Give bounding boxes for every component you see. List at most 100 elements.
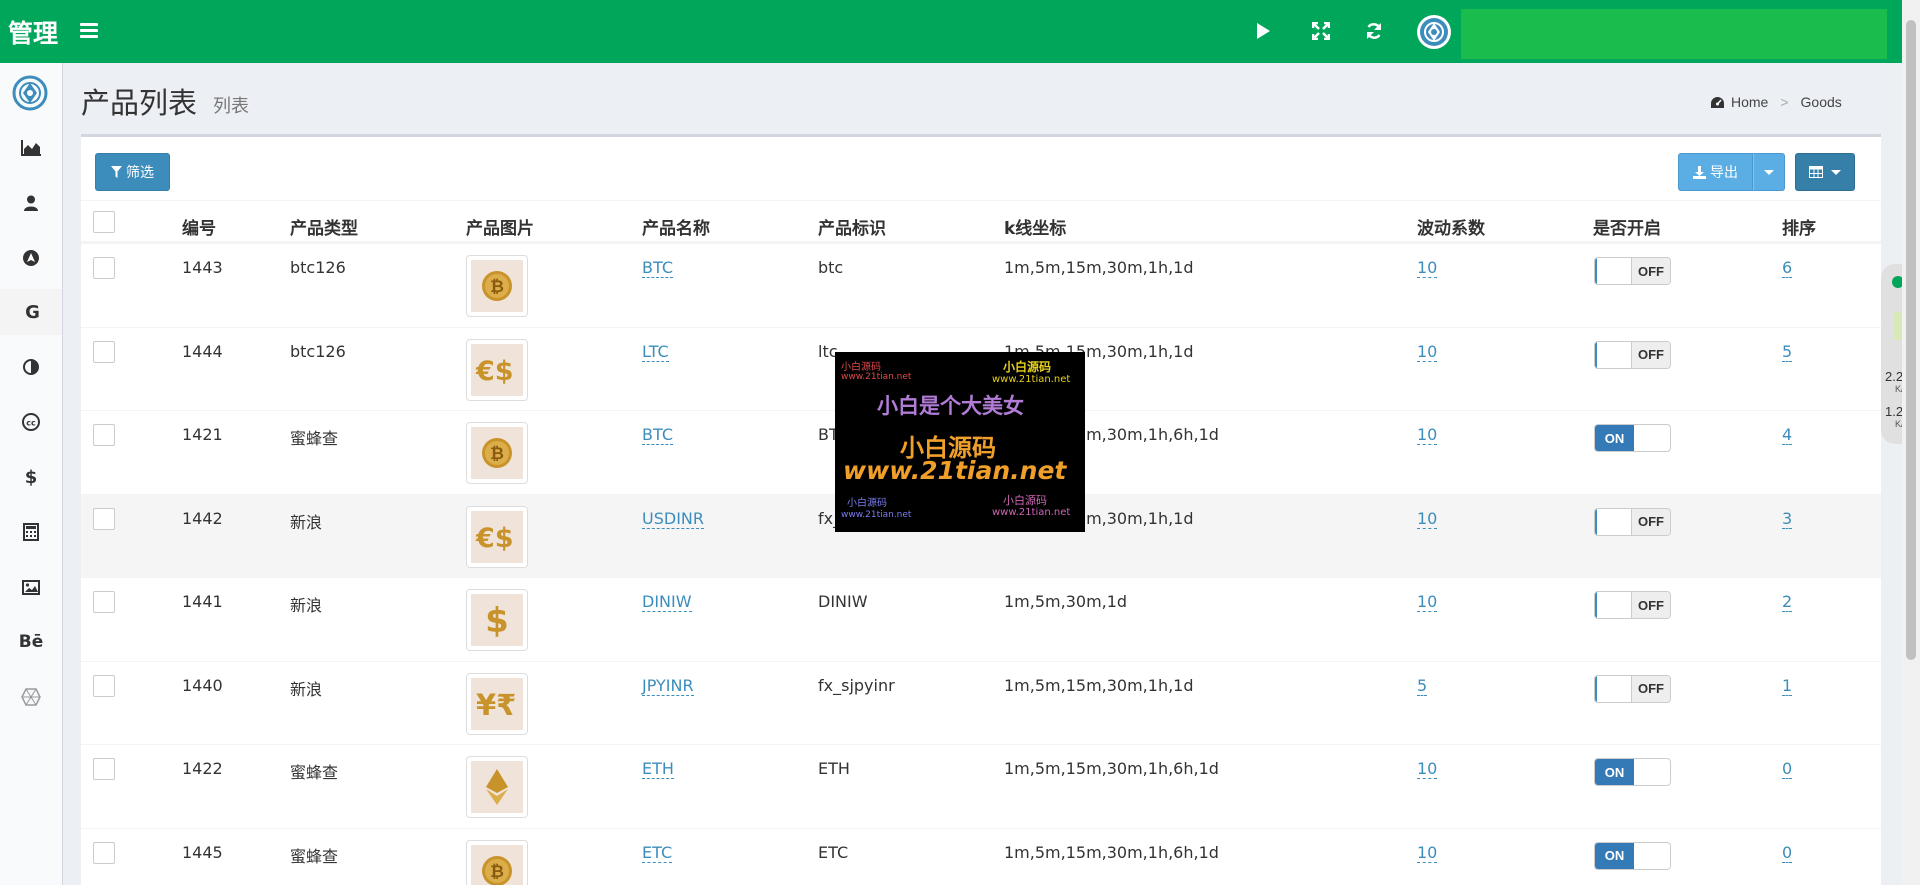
- row-checkbox[interactable]: [93, 591, 115, 613]
- export-dropdown-toggle[interactable]: [1753, 153, 1785, 191]
- behance-icon[interactable]: Bē: [0, 619, 62, 665]
- product-image[interactable]: €$: [466, 505, 528, 568]
- volatility-editable[interactable]: 10: [1417, 425, 1438, 445]
- column-header[interactable]: 产品图片: [466, 214, 534, 239]
- sort-editable[interactable]: 1: [1782, 675, 1793, 696]
- brand-logo[interactable]: 管理: [8, 14, 58, 50]
- row-checkbox[interactable]: [93, 340, 115, 363]
- cell-type: btc126: [290, 258, 346, 277]
- enabled-switch[interactable]: OFF: [1594, 340, 1671, 369]
- column-header[interactable]: 编号: [182, 214, 216, 239]
- volatility-editable[interactable]: 10: [1417, 508, 1438, 529]
- product-name-link[interactable]: BTC: [642, 258, 673, 278]
- sort-editable[interactable]: 2: [1782, 592, 1793, 612]
- volatility-editable[interactable]: 10: [1417, 842, 1438, 863]
- product-image[interactable]: [466, 756, 528, 818]
- volatility-editable[interactable]: 10: [1417, 592, 1438, 612]
- user-menu[interactable]: [1461, 9, 1887, 59]
- columns-selector-button[interactable]: [1795, 153, 1855, 191]
- play-icon[interactable]: [1249, 17, 1277, 45]
- euro-dollar-icon: €$: [471, 510, 523, 563]
- upload-speed: 2.2: [1885, 369, 1904, 384]
- sort-editable[interactable]: 3: [1782, 508, 1793, 529]
- google-icon[interactable]: G: [0, 289, 62, 335]
- sort-editable[interactable]: 6: [1782, 258, 1793, 278]
- dollar-icon[interactable]: $: [0, 454, 62, 500]
- product-image[interactable]: ¥₹: [466, 672, 528, 735]
- user-icon[interactable]: [0, 180, 62, 226]
- fullscreen-icon[interactable]: [1307, 17, 1335, 45]
- volatility-editable[interactable]: 10: [1417, 258, 1438, 278]
- cell-id: 1445: [182, 842, 223, 862]
- scrollbar-thumb[interactable]: [1906, 20, 1916, 660]
- breadcrumb-home[interactable]: Home: [1731, 94, 1768, 110]
- row-checkbox[interactable]: [93, 758, 115, 780]
- product-image[interactable]: ₿: [466, 422, 528, 484]
- table-row[interactable]: 1445 蜜蜂查 ₿ ETC ETC 1m,5m,15m,30m,1h,6h,1d 10 ON…: [81, 827, 1881, 885]
- enabled-switch[interactable]: ON: [1594, 424, 1671, 452]
- row-checkbox[interactable]: [93, 257, 115, 279]
- column-header[interactable]: 产品标识: [818, 214, 886, 239]
- sort-editable[interactable]: 0: [1782, 842, 1793, 863]
- hexagon-icon[interactable]: [0, 674, 62, 720]
- product-name-link[interactable]: JPYINR: [642, 675, 694, 696]
- product-name-link[interactable]: DINIW: [642, 592, 692, 612]
- column-header[interactable]: 产品名称: [642, 214, 710, 239]
- row-checkbox[interactable]: [93, 841, 115, 864]
- refresh-icon[interactable]: [1360, 17, 1388, 45]
- cell-type: 新浪: [290, 596, 323, 615]
- menu-icon[interactable]: [78, 20, 100, 42]
- column-header[interactable]: k线坐标: [1004, 214, 1066, 239]
- sort-editable[interactable]: 4: [1782, 425, 1793, 445]
- calculator-icon[interactable]: [0, 509, 62, 555]
- product-image[interactable]: ₿: [466, 255, 528, 317]
- cell-type: 蜜蜂查: [290, 846, 339, 866]
- enabled-switch[interactable]: OFF: [1594, 257, 1671, 285]
- volatility-editable[interactable]: 10: [1417, 341, 1438, 362]
- table-row[interactable]: 1441 新浪 $ DINIW DINIW 1m,5m,30m,1d 10 OFF 2: [81, 577, 1881, 661]
- column-header[interactable]: 排序: [1782, 214, 1816, 239]
- enabled-switch[interactable]: OFF: [1594, 591, 1671, 619]
- product-name-link[interactable]: LTC: [642, 341, 669, 362]
- table-row[interactable]: 1443 btc126 ₿ BTC btc 1m,5m,15m,30m,1h,1d 10 OF…: [81, 243, 1881, 327]
- product-image[interactable]: $: [466, 589, 528, 651]
- product-name-link[interactable]: USDINR: [642, 508, 704, 529]
- select-all-checkbox[interactable]: [93, 211, 115, 233]
- product-name-link[interactable]: ETH: [642, 759, 674, 779]
- table-icon: [1809, 166, 1823, 178]
- row-checkbox[interactable]: [93, 674, 115, 697]
- volatility-editable[interactable]: 5: [1417, 675, 1428, 696]
- sort-editable[interactable]: 0: [1782, 759, 1793, 779]
- contrast-icon[interactable]: [0, 344, 62, 390]
- product-image[interactable]: €$: [466, 338, 528, 401]
- sort-editable[interactable]: 5: [1782, 341, 1793, 362]
- sidebar: G cc $ Bē: [0, 63, 63, 885]
- breadcrumb-goods[interactable]: Goods: [1801, 94, 1842, 110]
- area-chart-icon[interactable]: [0, 125, 62, 171]
- watermark-small-text: 小白源码: [1003, 494, 1047, 507]
- export-button[interactable]: 导出: [1678, 153, 1753, 191]
- row-checkbox[interactable]: [93, 507, 115, 530]
- app-logo-icon[interactable]: [12, 75, 48, 111]
- image-icon[interactable]: [0, 564, 62, 610]
- product-name-link[interactable]: ETC: [642, 842, 673, 863]
- page-scrollbar[interactable]: [1902, 0, 1920, 885]
- enabled-switch[interactable]: ON: [1594, 758, 1671, 786]
- export-button-label: 导出: [1710, 165, 1738, 181]
- product-name-link[interactable]: BTC: [642, 425, 673, 445]
- enabled-switch[interactable]: OFF: [1594, 507, 1671, 536]
- table-row[interactable]: 1422 蜜蜂查 ETH ETH 1m,5m,15m,30m,1h,6h,1d 10 ON 0: [81, 744, 1881, 828]
- enabled-switch[interactable]: ON: [1594, 841, 1671, 870]
- column-header[interactable]: 产品类型: [290, 214, 358, 239]
- creative-commons-icon[interactable]: cc: [0, 399, 62, 445]
- filter-button[interactable]: 筛选: [95, 153, 170, 191]
- volatility-editable[interactable]: 10: [1417, 759, 1438, 779]
- column-header[interactable]: 是否开启: [1593, 214, 1661, 239]
- enabled-switch[interactable]: OFF: [1594, 674, 1671, 703]
- product-image[interactable]: ₿: [466, 839, 528, 885]
- table-row[interactable]: 1440 新浪 ¥₹ JPYINR fx_sjpyinr 1m,5m,15m,30m,1h…: [81, 660, 1881, 745]
- column-header[interactable]: 波动系数: [1417, 214, 1485, 239]
- navigation-icon[interactable]: [0, 235, 62, 281]
- avatar-icon[interactable]: [1417, 15, 1451, 49]
- row-checkbox[interactable]: [93, 424, 115, 446]
